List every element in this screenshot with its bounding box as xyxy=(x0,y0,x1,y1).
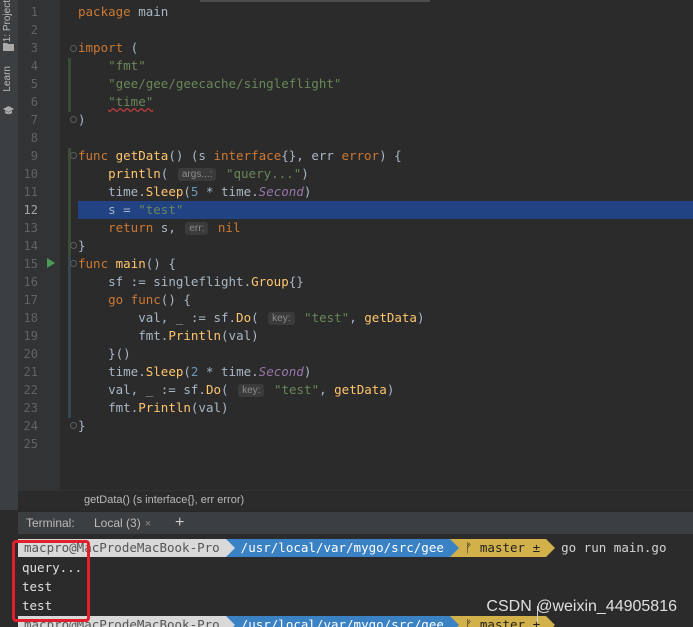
breadcrumb[interactable]: getData() (s interface{}, err error) xyxy=(18,490,693,511)
line-number: 13 xyxy=(23,221,38,235)
terminal-tab-label: Local (3) xyxy=(94,516,141,530)
line-number: 16 xyxy=(23,275,38,289)
watermark: CSDN @weixin_44905816 xyxy=(486,598,677,615)
change-marker xyxy=(68,256,71,418)
line-number: 21 xyxy=(23,365,38,379)
code-line[interactable]: func main() { xyxy=(78,255,693,273)
change-marker xyxy=(68,148,71,256)
line-number: 20 xyxy=(23,347,38,361)
shell-prompt: macpro@MacProdeMacBook-Pro/usr/local/var… xyxy=(18,539,666,557)
code-line[interactable]: val, _ := sf.Do( key: "test", getData) xyxy=(78,309,693,327)
code-line[interactable]: "time" xyxy=(78,93,693,111)
shell-prompt: macpro@MacProdeMacBook-Pro/usr/local/var… xyxy=(18,616,556,627)
terminal-label: Terminal: xyxy=(26,516,75,530)
prompt-path: /usr/local/var/mygo/src/gee xyxy=(234,616,450,627)
code-editor[interactable]: package main import ( "fmt" "gee/gee/geec… xyxy=(78,0,693,490)
prompt-git-branch: ᚠ master ± xyxy=(458,539,547,557)
code-line[interactable]: s = "test" xyxy=(78,201,693,219)
change-marker xyxy=(68,58,71,112)
prompt-git-branch: ᚠ master ± xyxy=(458,616,547,627)
line-number: 24 xyxy=(23,419,38,433)
line-number: 7 xyxy=(30,113,38,127)
code-line[interactable] xyxy=(78,21,693,39)
code-line[interactable]: func getData() (s interface{}, err error… xyxy=(78,147,693,165)
code-line[interactable]: } xyxy=(78,237,693,255)
tab-learn[interactable]: Learn xyxy=(2,66,13,92)
line-number: 9 xyxy=(30,149,38,163)
close-icon[interactable]: × xyxy=(145,518,151,530)
add-terminal-button[interactable]: + xyxy=(175,512,184,534)
code-line[interactable]: sf := singleflight.Group{} xyxy=(78,273,693,291)
breadcrumb-function[interactable]: getData() (s interface{}, err error) xyxy=(84,491,244,509)
line-number: 15 xyxy=(23,257,38,271)
fold-icon[interactable] xyxy=(70,116,77,123)
line-number: 18 xyxy=(23,311,38,325)
code-line[interactable]: val, _ := sf.Do( key: "test", getData) xyxy=(78,381,693,399)
terminal-tab-bar: Terminal: Local (3) × + xyxy=(18,511,693,534)
fold-icon[interactable] xyxy=(70,242,77,249)
code-line[interactable] xyxy=(78,435,693,453)
code-line[interactable]: println( args...: "query...") xyxy=(78,165,693,183)
code-line[interactable]: fmt.Println(val) xyxy=(78,327,693,345)
line-number: 8 xyxy=(30,131,38,145)
line-number: 5 xyxy=(30,77,38,91)
line-number: 22 xyxy=(23,383,38,397)
code-line[interactable]: }() xyxy=(78,345,693,363)
line-number: 23 xyxy=(23,401,38,415)
line-number: 10 xyxy=(23,167,38,181)
code-line[interactable]: fmt.Println(val) xyxy=(78,399,693,417)
fold-icon[interactable] xyxy=(70,45,77,52)
code-line[interactable] xyxy=(78,129,693,147)
graduation-cap-icon xyxy=(3,100,14,115)
code-line[interactable]: ) xyxy=(78,111,693,129)
prompt-path: /usr/local/var/mygo/src/gee xyxy=(234,539,450,557)
line-number: 19 xyxy=(23,329,38,343)
line-number: 3 xyxy=(30,41,38,55)
run-gutter-icon[interactable] xyxy=(47,258,55,268)
line-number: 11 xyxy=(23,185,38,199)
code-line[interactable]: time.Sleep(5 * time.Second) xyxy=(78,183,693,201)
code-line[interactable]: "gee/gee/geecache/singleflight" xyxy=(78,75,693,93)
code-line[interactable]: "fmt" xyxy=(78,57,693,75)
tab-project[interactable]: 1: Project xyxy=(2,0,13,42)
code-line[interactable]: go func() { xyxy=(78,291,693,309)
terminal-tab-local[interactable]: Local (3) × xyxy=(88,512,157,534)
annotation-box xyxy=(12,540,90,622)
line-number: 14 xyxy=(23,239,38,253)
code-line[interactable]: return s, err: nil xyxy=(78,219,693,237)
line-number: 2 xyxy=(30,23,38,37)
fold-icon[interactable] xyxy=(70,152,77,159)
fold-icon[interactable] xyxy=(70,260,77,267)
fold-icon[interactable] xyxy=(70,422,77,429)
code-line[interactable]: } xyxy=(78,417,693,435)
code-line[interactable]: package main xyxy=(78,3,693,21)
code-line[interactable]: import ( xyxy=(78,39,693,57)
side-tool-window-bar: 1: Project Learn xyxy=(0,0,19,510)
line-number: 1 xyxy=(30,5,38,19)
terminal-command: go run main.go xyxy=(561,540,667,555)
line-number: 6 xyxy=(30,95,38,109)
line-number: 4 xyxy=(30,59,38,73)
code-line[interactable]: time.Sleep(2 * time.Second) xyxy=(78,363,693,381)
line-number: 12 xyxy=(23,203,38,217)
line-number: 25 xyxy=(23,437,38,451)
line-number: 17 xyxy=(23,293,38,307)
